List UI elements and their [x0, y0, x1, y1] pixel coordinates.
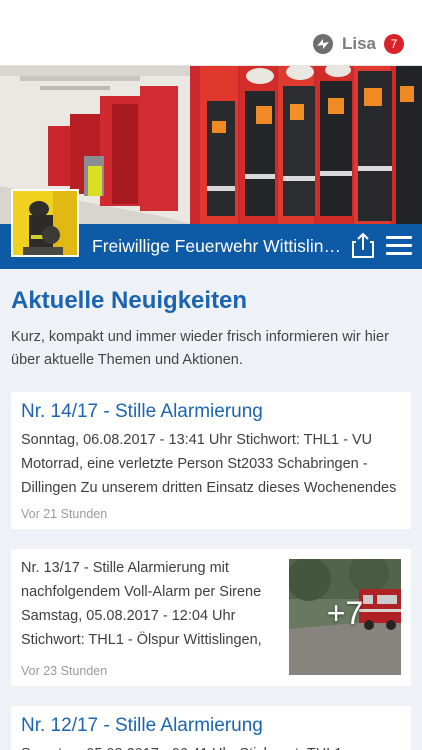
top-bar: Lisa 7 — [0, 0, 422, 66]
photo-count: +7 — [326, 595, 364, 631]
news-card-body: Nr. 13/17 - Stille Alarmierung mit nachf… — [21, 560, 262, 648]
news-card-body: Sonntag, 06.08.2017 - 13:41 Uhr Stichwor… — [21, 432, 397, 496]
hamburger-menu-icon[interactable] — [386, 236, 412, 256]
notification-badge[interactable]: 7 — [384, 34, 404, 54]
share-icon[interactable] — [350, 231, 376, 259]
news-card[interactable]: Nr. 12/17 - Stille Alarmierung Samstag, … — [11, 706, 411, 750]
user-name: Lisa — [341, 34, 376, 53]
news-card[interactable]: Nr. 13/17 - Stille Alarmierung mit nachf… — [11, 549, 411, 686]
club-name[interactable]: Freiwillige Feuerwehr Wittislingen — [92, 236, 342, 257]
news-card[interactable]: Nr. 14/17 - Stille Alarmierung Sonntag, … — [11, 392, 411, 529]
news-card-title[interactable]: Nr. 12/17 - Stille Alarmierung — [21, 715, 263, 737]
page-title: Aktuelle Neuigkeiten — [11, 287, 248, 314]
news-card-timestamp: Vor 21 Stunden — [21, 507, 108, 521]
user-account[interactable]: Lisa 7 — [312, 33, 404, 55]
news-intro-text: Kurz, kompakt und immer wieder frisch in… — [11, 329, 389, 368]
news-card-body: Samstag, 05.08.2017 - 06:41 Uhr Stichwor… — [21, 742, 401, 750]
news-card-title[interactable]: Nr. 14/17 - Stille Alarmierung — [21, 401, 263, 423]
menu-line — [386, 244, 412, 247]
club-avatar[interactable] — [11, 189, 79, 257]
menu-line — [386, 252, 412, 255]
news-photo-gallery[interactable]: +7 — [289, 559, 401, 675]
news-card-timestamp: Vor 23 Stunden — [21, 664, 108, 678]
menu-line — [386, 236, 412, 239]
app-logo-icon — [312, 34, 333, 54]
